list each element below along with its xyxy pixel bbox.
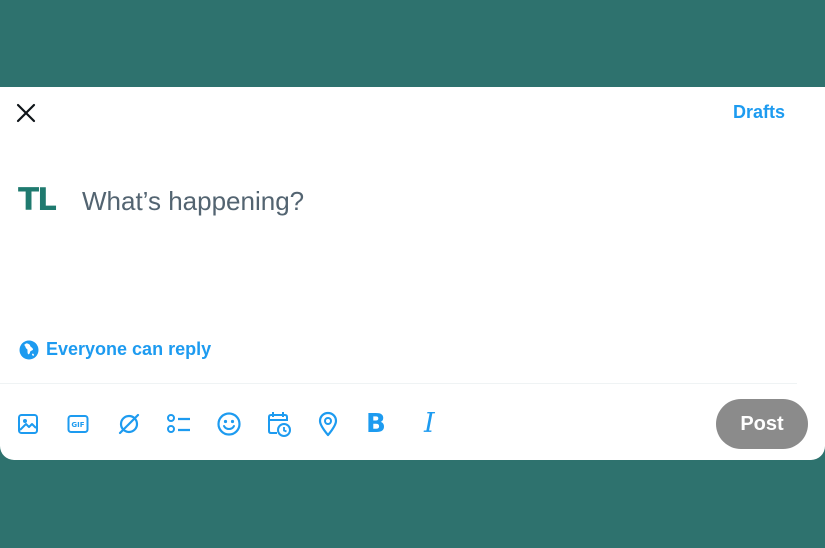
svg-text:GIF: GIF (71, 421, 84, 429)
drafts-link[interactable]: Drafts (733, 102, 785, 123)
bold-icon: B (366, 409, 386, 439)
close-icon (16, 103, 36, 123)
bold-button[interactable]: B (366, 409, 416, 439)
schedule-button[interactable] (266, 409, 316, 439)
divider (0, 383, 797, 384)
media-button[interactable] (16, 409, 66, 439)
compose-toolbar: GIF B I (16, 409, 466, 439)
image-icon (18, 414, 38, 434)
compose-modal: Drafts TL Everyone can reply GIF (0, 87, 825, 460)
post-button[interactable]: Post (716, 399, 808, 449)
compose-input[interactable] (82, 183, 782, 219)
grok-icon (118, 413, 140, 435)
close-button[interactable] (10, 97, 42, 129)
reply-setting-button[interactable]: Everyone can reply (19, 339, 211, 360)
reply-setting-label: Everyone can reply (46, 339, 212, 359)
gif-button[interactable]: GIF (66, 409, 116, 439)
italic-button[interactable]: I (416, 409, 466, 439)
gif-icon: GIF (67, 415, 89, 433)
italic-icon: I (424, 408, 435, 439)
location-icon (318, 411, 338, 437)
poll-icon (167, 414, 190, 433)
emoji-button[interactable] (216, 409, 266, 439)
avatar[interactable]: TL (18, 185, 57, 216)
globe-icon (19, 340, 39, 359)
poll-button[interactable] (166, 409, 216, 439)
schedule-icon (268, 412, 291, 437)
grok-button[interactable] (116, 409, 166, 439)
location-button[interactable] (316, 409, 366, 439)
emoji-icon (217, 412, 241, 436)
